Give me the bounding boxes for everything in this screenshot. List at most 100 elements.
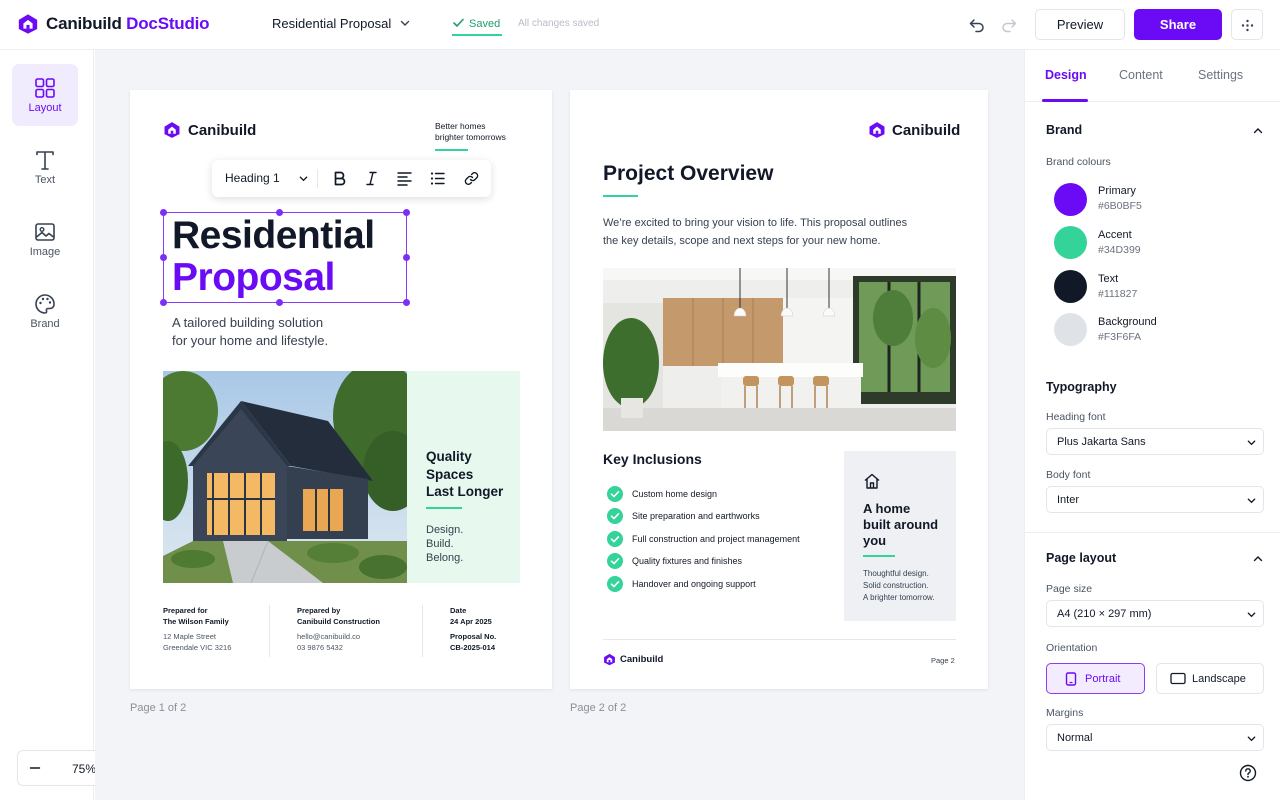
prepared-by-email: hello@canibuild.co xyxy=(297,632,361,641)
quality-line-3: Belong. xyxy=(426,552,464,564)
chevron-down-icon xyxy=(1247,498,1256,504)
home-card-tagline: Thoughtful design. Solid construction. A… xyxy=(863,568,953,604)
panel-tabs: Design Content Settings xyxy=(1025,50,1280,102)
rail-item-brand[interactable]: Brand xyxy=(12,280,78,342)
canibuild-logo-icon xyxy=(604,653,615,666)
tab-design[interactable]: Design xyxy=(1045,68,1087,82)
typography-section-title[interactable]: Typography xyxy=(1046,380,1117,394)
quality-tagline: Design. Build. Belong. xyxy=(426,523,463,565)
undo-icon[interactable] xyxy=(968,16,986,34)
section-divider xyxy=(1025,532,1280,533)
proposal-no-value: CB-2025-014 xyxy=(450,643,496,652)
text-icon xyxy=(36,151,54,170)
chevron-down-icon[interactable] xyxy=(399,17,411,29)
page-1[interactable]: Canibuild Better homes brighter tomorrow… xyxy=(130,90,552,689)
swatch-background[interactable] xyxy=(1054,313,1087,346)
palette-icon xyxy=(35,294,55,314)
share-button[interactable]: Share xyxy=(1134,9,1222,40)
resize-handle[interactable] xyxy=(160,254,167,261)
swatch-accent-name: Accent xyxy=(1098,229,1132,241)
rail-item-text[interactable]: Text xyxy=(12,136,78,198)
page2-intro[interactable]: We’re excited to bring your vision to li… xyxy=(603,214,943,250)
page-size-select[interactable]: A4 (210 × 297 mm) xyxy=(1046,600,1264,627)
chevron-up-icon[interactable] xyxy=(1252,553,1264,565)
brand-section-title[interactable]: Brand xyxy=(1046,123,1082,137)
orientation-label: Orientation xyxy=(1046,642,1098,654)
check-circle-icon xyxy=(607,576,623,592)
landscape-button[interactable]: Landscape xyxy=(1156,663,1264,694)
home-card-divider xyxy=(863,555,895,557)
redo-icon[interactable] xyxy=(1000,16,1018,34)
proposal-meta-block[interactable]: Date 24 Apr 2025 Proposal No. CB-2025-01… xyxy=(450,605,496,653)
logo-icon xyxy=(18,14,38,34)
heading-font-select[interactable]: Plus Jakarta Sans xyxy=(1046,428,1264,455)
rail-item-image[interactable]: Image xyxy=(12,208,78,270)
home-card-title-line-2: built around xyxy=(863,517,939,532)
rail-item-layout[interactable]: Layout xyxy=(12,64,78,126)
page2-title[interactable]: Project Overview xyxy=(603,162,773,186)
zoom-out-icon[interactable] xyxy=(28,761,42,775)
tab-content[interactable]: Content xyxy=(1119,68,1163,82)
footer-divider xyxy=(422,605,423,657)
footer-brand: Canibuild xyxy=(620,654,664,665)
body-font-label: Body font xyxy=(1046,469,1091,481)
text-format-toolbar: Heading 1 xyxy=(212,160,491,197)
kitchen-photo[interactable] xyxy=(603,268,956,431)
link-icon[interactable] xyxy=(463,170,480,187)
portrait-button[interactable]: Portrait xyxy=(1046,663,1145,694)
home-card-line-1: Thoughtful design. xyxy=(863,569,929,578)
saved-note: All changes saved xyxy=(518,18,600,29)
page-2-caption: Page 2 of 2 xyxy=(570,702,627,714)
body-font-select[interactable]: Inter xyxy=(1046,486,1264,513)
prepared-by-block[interactable]: Prepared by Canibuild Construction hello… xyxy=(297,605,380,653)
house-photo[interactable] xyxy=(163,371,407,583)
portrait-label: Portrait xyxy=(1085,673,1121,685)
page1-subtitle[interactable]: A tailored building solution for your ho… xyxy=(172,314,372,350)
tab-settings[interactable]: Settings xyxy=(1198,68,1243,82)
bullet-list-icon[interactable] xyxy=(429,170,446,187)
inclusion-text: Handover and ongoing support xyxy=(632,579,756,589)
selection-box[interactable] xyxy=(163,212,407,303)
resize-handle[interactable] xyxy=(403,209,410,216)
swatch-accent[interactable] xyxy=(1054,226,1087,259)
resize-handle[interactable] xyxy=(403,299,410,306)
preview-button[interactable]: Preview xyxy=(1035,9,1125,40)
resize-handle[interactable] xyxy=(160,209,167,216)
swatch-primary[interactable] xyxy=(1054,183,1087,216)
align-left-icon[interactable] xyxy=(396,170,413,187)
swatch-text[interactable] xyxy=(1054,270,1087,303)
key-inclusions-title[interactable]: Key Inclusions xyxy=(603,451,702,467)
block-type-select[interactable]: Heading 1 xyxy=(225,171,280,185)
canibuild-logo-icon xyxy=(164,122,180,138)
resize-handle[interactable] xyxy=(160,299,167,306)
tagline-line-1: Better homes xyxy=(435,121,486,131)
page-2[interactable]: Canibuild Project Overview We’re excited… xyxy=(570,90,988,689)
quality-title-line-2: Spaces xyxy=(426,466,474,482)
home-callout-card[interactable]: A home built around you Thoughtful desig… xyxy=(844,451,956,621)
resize-handle[interactable] xyxy=(403,254,410,261)
bold-icon[interactable] xyxy=(331,170,348,187)
swatch-text-hex: #111827 xyxy=(1098,288,1138,300)
chevron-down-icon[interactable] xyxy=(298,173,309,184)
tagline-line-2: brighter tomorrows xyxy=(435,132,506,142)
prepared-for-block[interactable]: Prepared for The Wilson Family 12 Maple … xyxy=(163,605,231,653)
help-icon[interactable] xyxy=(1239,764,1257,782)
more-options-button[interactable] xyxy=(1231,9,1263,40)
prepared-for-address-2: Greendale VIC 3216 xyxy=(163,643,232,652)
resize-handle[interactable] xyxy=(276,209,283,216)
page1-tagline: Better homes brighter tomorrows xyxy=(435,121,535,143)
chevron-up-icon[interactable] xyxy=(1252,125,1264,137)
chevron-down-icon xyxy=(1247,736,1256,742)
italic-icon[interactable] xyxy=(363,170,380,187)
quality-panel[interactable]: Quality Spaces Last Longer Design. Build… xyxy=(407,371,520,583)
page-layout-section-title[interactable]: Page layout xyxy=(1046,551,1116,565)
footer-divider xyxy=(269,605,270,657)
rail-label-layout: Layout xyxy=(28,102,62,114)
inclusion-text: Site preparation and earthworks xyxy=(632,511,760,521)
margins-select[interactable]: Normal xyxy=(1046,724,1264,751)
home-card-title-line-1: A home xyxy=(863,501,911,516)
resize-handle[interactable] xyxy=(276,299,283,306)
document-title[interactable]: Residential Proposal xyxy=(272,16,391,31)
layout-grid-icon xyxy=(35,78,55,98)
image-icon xyxy=(35,223,55,241)
